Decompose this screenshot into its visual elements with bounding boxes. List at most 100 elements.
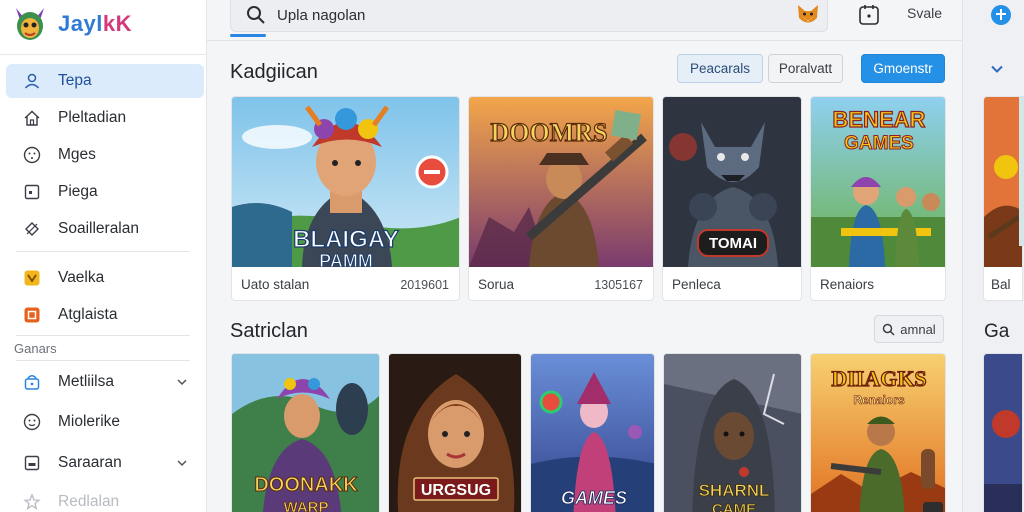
card-caption: Penleca bbox=[672, 277, 721, 292]
sidebar-item-tepa[interactable]: Tepa bbox=[6, 64, 204, 98]
overflow-game-card[interactable] bbox=[983, 353, 1023, 512]
overflow-strip bbox=[1019, 96, 1024, 246]
divider bbox=[16, 251, 190, 252]
sidebar-item-label: Vaelka bbox=[58, 269, 105, 286]
sidebar-item-label: Miolerike bbox=[58, 413, 121, 430]
sidebar-item-soailleralan[interactable]: Soailleralan bbox=[0, 212, 204, 246]
card-caption: Renaiors bbox=[820, 277, 875, 292]
game-card[interactable]: TOMAI Penleca bbox=[662, 96, 802, 301]
sidebar-item-piega[interactable]: Piega bbox=[0, 175, 204, 209]
globe-icon[interactable] bbox=[990, 4, 1012, 26]
tab-peacarals[interactable]: Peacarals bbox=[677, 54, 763, 83]
game-card[interactable]: BENEAR GAMES Renaiors bbox=[810, 96, 946, 301]
game-card[interactable]: URGSUG bbox=[388, 353, 522, 512]
search-input[interactable] bbox=[277, 4, 777, 26]
search-chip-label: amnal bbox=[900, 321, 936, 337]
brand[interactable]: JaylkK bbox=[10, 2, 132, 46]
fox-avatar-icon[interactable] bbox=[795, 2, 821, 28]
cover-subtitle: CAME bbox=[712, 501, 756, 512]
sidebar: JaylkK Tepa Pleltadian Mges Piega Soaill… bbox=[0, 0, 207, 512]
tab-gmoenstr[interactable]: Gmoenstr bbox=[861, 54, 945, 83]
sidebar-item-label: Saraaran bbox=[58, 454, 122, 471]
game-card[interactable]: BLAIGAY PAMM Uato stalan 2019601 bbox=[231, 96, 460, 301]
sidebar-section-label: Ganars bbox=[14, 341, 57, 356]
sidebar-item-label: Piega bbox=[58, 183, 98, 200]
sidebar-item-pleltadian[interactable]: Pleltadian bbox=[0, 101, 204, 135]
sidebar-item-label: Metliilsa bbox=[58, 373, 114, 390]
chevron-down-icon[interactable] bbox=[176, 376, 188, 388]
game-card[interactable]: DIIAGKS Renaiors bbox=[810, 353, 946, 512]
sidebar-item-saraaran[interactable]: Saraaran bbox=[0, 446, 204, 480]
card-caption: Bal bbox=[991, 277, 1011, 292]
brand-name: JaylkK bbox=[58, 11, 132, 36]
divider bbox=[207, 40, 962, 41]
game-card[interactable]: SHARNL CAME bbox=[663, 353, 802, 512]
smiley-icon bbox=[22, 145, 42, 165]
sidebar-item-mges[interactable]: Mges bbox=[0, 138, 204, 172]
divider bbox=[16, 335, 190, 336]
right-panel: Bal Ga bbox=[962, 0, 1024, 512]
star-icon bbox=[22, 492, 42, 512]
tab-poralvatt[interactable]: Poralvatt bbox=[768, 54, 843, 83]
overflow-section-title: Ga bbox=[984, 321, 1010, 342]
chevron-down-icon[interactable] bbox=[990, 62, 1004, 76]
tag-icon bbox=[22, 219, 42, 239]
game-card[interactable]: GAMES bbox=[530, 353, 655, 512]
cover-title: BENEAR bbox=[833, 107, 926, 132]
cover-title: DIIAGKS bbox=[831, 366, 926, 391]
game-card[interactable]: DOONAKK WARP bbox=[231, 353, 380, 512]
game-cover-image: URGSUG bbox=[389, 354, 521, 512]
search-bar[interactable] bbox=[230, 0, 828, 32]
sidebar-item-metliilsa[interactable]: Metliilsa bbox=[0, 365, 204, 399]
game-cover-image: DIIAGKS Renaiors bbox=[811, 354, 945, 512]
lock-icon bbox=[22, 372, 42, 392]
game-cover-image: GAMES bbox=[531, 354, 654, 512]
game-cover-image bbox=[984, 354, 1022, 512]
main-content: Svale Kadgiican Peacarals Poralvatt Gmoe… bbox=[207, 0, 962, 512]
sidebar-item-label: Pleltadian bbox=[58, 109, 127, 126]
page-icon bbox=[22, 182, 42, 202]
section-title: Satriclan bbox=[230, 320, 308, 342]
save-square-icon[interactable] bbox=[858, 4, 880, 26]
sidebar-item-redlalan[interactable]: Redlalan bbox=[0, 485, 204, 512]
divider bbox=[16, 360, 190, 361]
cover-title: TOMAI bbox=[709, 235, 757, 252]
card-meta: 1305167 bbox=[594, 278, 643, 292]
chevron-down-icon[interactable] bbox=[176, 457, 188, 469]
sidebar-item-label: Soailleralan bbox=[58, 220, 139, 237]
section-title: Kadgiican bbox=[230, 61, 318, 83]
cover-title: SHARNL bbox=[699, 481, 770, 500]
cover-title: BLAIGAY bbox=[293, 226, 399, 253]
cover-title: GAMES bbox=[561, 488, 627, 508]
page-icon bbox=[22, 453, 42, 473]
sidebar-item-vaelka[interactable]: Vaelka bbox=[0, 261, 204, 295]
sidebar-item-miolerike[interactable]: Miolerike bbox=[0, 405, 204, 439]
cover-subtitle: Renaiors bbox=[853, 393, 905, 407]
smiley-icon bbox=[22, 412, 42, 432]
cover-subtitle: PAMM bbox=[319, 251, 373, 267]
search-icon[interactable] bbox=[245, 4, 267, 26]
game-cover-image: TOMAI bbox=[663, 97, 801, 267]
game-cover-image: BLAIGAY PAMM bbox=[232, 97, 459, 267]
card-caption: Sorua bbox=[478, 277, 515, 292]
orange-square-icon bbox=[22, 305, 42, 325]
game-card[interactable]: DOOMRS Sorua 1305167 bbox=[468, 96, 654, 301]
game-cover-image bbox=[984, 97, 1022, 267]
cover-title: URGSUG bbox=[421, 482, 491, 499]
orange-badge-icon bbox=[22, 268, 42, 288]
cover-subtitle: WARP bbox=[284, 499, 329, 512]
sidebar-item-atglaista[interactable]: Atglaista bbox=[0, 298, 204, 332]
card-caption: Uato stalan bbox=[241, 277, 310, 292]
section-search-button[interactable]: amnal bbox=[874, 315, 944, 343]
game-cover-image: BENEAR GAMES bbox=[811, 97, 945, 267]
cover-title: DOOMRS bbox=[491, 118, 608, 147]
game-cover-image: DOOMRS bbox=[469, 97, 653, 267]
search-active-indicator bbox=[230, 34, 266, 37]
mascot-logo-icon bbox=[16, 8, 44, 40]
card-meta: 2019601 bbox=[400, 278, 449, 292]
game-cover-image: DOONAKK WARP bbox=[232, 354, 379, 512]
sidebar-item-label: Mges bbox=[58, 146, 96, 163]
save-button[interactable]: Svale bbox=[907, 5, 942, 21]
overflow-game-card[interactable]: Bal bbox=[983, 96, 1023, 301]
home-icon bbox=[22, 108, 42, 128]
